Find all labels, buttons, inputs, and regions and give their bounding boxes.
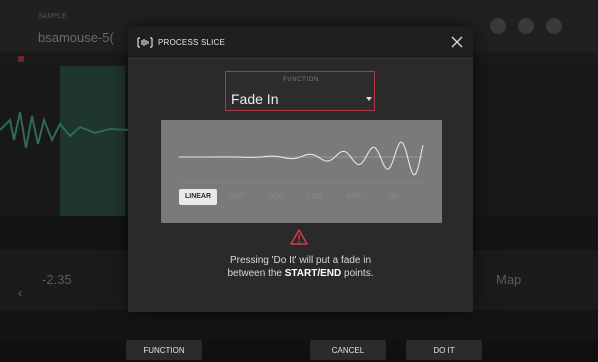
warning-message: Pressing 'Do It' will put a fade in betw… <box>128 254 473 280</box>
curve-option-sqrt[interactable]: SQRT <box>218 189 256 205</box>
chevron-down-icon <box>366 97 372 101</box>
do-it-button[interactable]: DO IT <box>406 340 482 360</box>
bg-value-right: Map <box>496 272 522 287</box>
function-button[interactable]: FUNCTION <box>126 340 202 360</box>
process-slice-dialog: PROCESS SLICE FUNCTION Fade In LINEAR SQR… <box>128 27 473 312</box>
warning-line-1: Pressing 'Do It' will put a fade in <box>229 255 372 266</box>
fade-curve-preview <box>179 141 424 184</box>
cancel-button[interactable]: CANCEL <box>310 340 386 360</box>
fade-curve-panel: LINEAR SQRT SQR LOG EXP SIN <box>161 120 442 223</box>
bg-settings-icon <box>546 18 562 34</box>
close-icon[interactable] <box>450 35 464 49</box>
bg-gear-icon <box>490 18 506 34</box>
curve-option-sin[interactable]: SIN <box>374 189 412 205</box>
function-value: Fade In <box>231 91 279 107</box>
function-dropdown[interactable]: FUNCTION Fade In <box>225 71 375 111</box>
curve-option-log[interactable]: LOG <box>296 189 334 205</box>
curve-option-sqr[interactable]: SQR <box>257 189 295 205</box>
warning-line-2b: points. <box>341 268 374 279</box>
bg-waveform <box>0 111 130 149</box>
bg-menu-icon <box>518 18 534 34</box>
bg-small-label: SAMPLE <box>38 13 67 20</box>
waveform-logo-icon <box>137 37 153 48</box>
warning-line-2a: between the <box>227 268 285 279</box>
curve-option-exp[interactable]: EXP <box>335 189 373 205</box>
bg-arrow-left-icon: ‹ <box>18 286 22 300</box>
bg-footer <box>0 340 598 362</box>
bg-value-left: -2.35 <box>42 272 72 287</box>
function-label: FUNCTION <box>283 77 319 83</box>
warning-bold: START/END <box>284 268 342 279</box>
dialog-header: PROCESS SLICE <box>128 27 473 59</box>
warning-icon <box>290 229 308 245</box>
bg-sample-title: bsamouse-5( <box>38 30 114 45</box>
curve-option-linear[interactable]: LINEAR <box>179 189 217 205</box>
dialog-title: PROCESS SLICE <box>158 38 226 47</box>
